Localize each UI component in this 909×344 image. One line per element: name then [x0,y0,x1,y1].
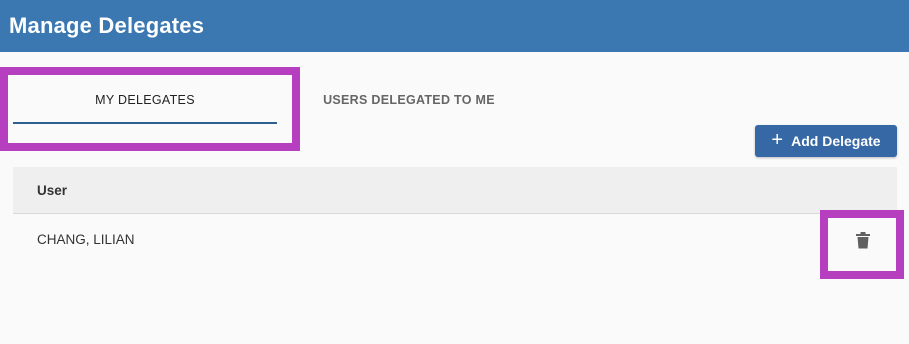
add-delegate-button[interactable]: + Add Delegate [755,125,897,157]
page-title: Manage Delegates [9,13,205,38]
plus-icon: + [771,129,784,151]
tab-highlight-box [0,67,300,151]
add-delegate-label: Add Delegate [791,133,881,149]
tab-users-delegated-to-me[interactable]: USERS DELEGATED TO ME [300,72,518,128]
tab-users-delegated-label: USERS DELEGATED TO ME [323,93,495,107]
table-header: User [13,167,897,214]
page-header: Manage Delegates [0,0,909,52]
table-row: CHANG, LILIAN [13,215,897,263]
trash-icon [856,231,870,248]
delegate-user-name: CHANG, LILIAN [37,231,135,247]
column-header-user: User [37,182,68,198]
delete-delegate-button[interactable] [853,229,873,251]
